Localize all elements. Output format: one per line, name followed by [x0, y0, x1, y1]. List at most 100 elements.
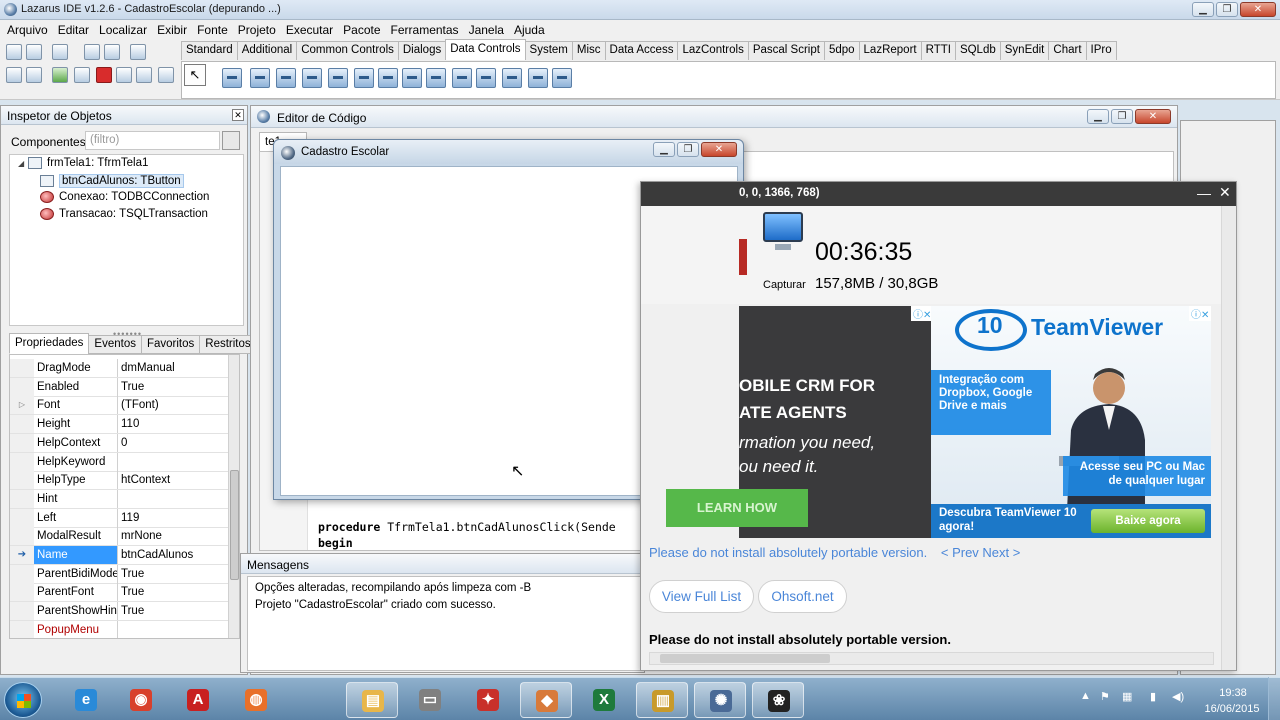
menu-item[interactable]: Exibir: [153, 23, 193, 37]
stop-icon[interactable]: [96, 67, 112, 83]
property-value[interactable]: 0: [117, 433, 228, 452]
step-out-icon[interactable]: [158, 67, 174, 83]
property-grid-scrollbar[interactable]: [228, 355, 239, 638]
capture-label[interactable]: Capturar: [763, 279, 806, 291]
palette-tab[interactable]: Data Controls: [445, 39, 526, 60]
network-tray-icon[interactable]: ▦: [1122, 690, 1132, 703]
palette-tab[interactable]: Data Access: [604, 41, 679, 60]
palette-tab[interactable]: SynEdit: [999, 41, 1050, 60]
property-value[interactable]: 119: [117, 508, 228, 527]
download-now-button[interactable]: Baixe agora: [1091, 509, 1205, 533]
menu-item[interactable]: Ferramentas: [387, 23, 465, 37]
view-units-icon[interactable]: [6, 67, 22, 83]
palette-tab[interactable]: Common Controls: [296, 41, 399, 60]
palette-tab[interactable]: Additional: [236, 41, 298, 60]
palette-tab[interactable]: Misc: [571, 41, 606, 60]
crm-ad[interactable]: OBILE CRM FOR ATE AGENTS rmation you nee…: [666, 306, 934, 538]
dbcombobox-icon[interactable]: [402, 68, 422, 88]
close-icon[interactable]: ✕: [232, 109, 244, 121]
property-row[interactable]: HelpContext 0: [10, 433, 228, 453]
save-all-icon[interactable]: [104, 44, 120, 60]
property-row[interactable]: Enabled True: [10, 377, 228, 397]
menu-item[interactable]: Ajuda: [510, 23, 551, 37]
maximize-button[interactable]: ❐: [677, 142, 699, 157]
dbtext-icon[interactable]: [250, 68, 270, 88]
property-value[interactable]: dmManual: [117, 359, 228, 377]
menu-item[interactable]: Pacote: [339, 23, 386, 37]
dbcheckbox-icon[interactable]: [452, 68, 472, 88]
property-row[interactable]: Hint: [10, 489, 228, 509]
property-row[interactable]: ▷ Font (TFont): [10, 396, 228, 416]
clear-filter-button[interactable]: [222, 131, 240, 150]
taskbar-app-paw[interactable]: ❀: [752, 682, 804, 718]
palette-tab[interactable]: Pascal Script: [747, 41, 825, 60]
menu-item[interactable]: Janela: [465, 23, 510, 37]
taskbar-app-firefox[interactable]: ◍: [230, 682, 282, 718]
step-over-icon[interactable]: [136, 67, 152, 83]
dbgroupbox-icon[interactable]: [528, 68, 548, 88]
palette-tab[interactable]: Standard: [181, 41, 238, 60]
pointer-tool-icon[interactable]: ↖: [184, 64, 206, 86]
property-value[interactable]: (TFont): [117, 396, 228, 415]
save-icon[interactable]: [84, 44, 100, 60]
tree-item[interactable]: ◢ frmTela1: TfrmTela1: [18, 157, 148, 169]
step-into-icon[interactable]: [116, 67, 132, 83]
clock-time[interactable]: 19:38: [1208, 687, 1258, 699]
taskbar-app-internet-explorer[interactable]: e: [60, 682, 112, 718]
property-value[interactable]: btnCadAlunos: [117, 546, 228, 564]
dblookupcombobox-icon[interactable]: [426, 68, 446, 88]
palette-tab[interactable]: IPro: [1085, 41, 1117, 60]
menu-item[interactable]: Projeto: [234, 23, 282, 37]
adchoices-icon[interactable]: ⓘ✕: [1189, 306, 1211, 321]
dblookuplistbox-icon[interactable]: [378, 68, 398, 88]
ohsoft-link-button[interactable]: Ohsoft.net: [758, 580, 847, 613]
taskbar-app-acrobat[interactable]: A: [172, 682, 224, 718]
menu-item[interactable]: Executar: [282, 23, 339, 37]
prev-link[interactable]: < Prev: [941, 545, 979, 560]
collapse-toggle-icon[interactable]: ◢: [18, 159, 28, 168]
property-value[interactable]: [117, 489, 228, 508]
view-full-list-button[interactable]: View Full List: [649, 580, 754, 613]
property-row[interactable]: HelpKeyword: [10, 452, 228, 472]
inspector-tab[interactable]: Eventos: [88, 335, 142, 354]
dblistbox-icon[interactable]: [354, 68, 374, 88]
property-value[interactable]: True: [117, 564, 228, 583]
start-button[interactable]: [4, 682, 42, 718]
open-icon[interactable]: [52, 44, 68, 60]
property-value[interactable]: True: [117, 377, 228, 396]
taskbar-app-database[interactable]: ▥: [636, 682, 688, 718]
property-row[interactable]: ParentFont True: [10, 583, 228, 603]
signal-tray-icon[interactable]: ▮: [1150, 690, 1156, 703]
palette-tab[interactable]: RTTI: [920, 41, 956, 60]
close-button[interactable]: ✕: [701, 142, 737, 157]
property-value[interactable]: True: [117, 602, 228, 621]
property-row[interactable]: ParentBidiMode True: [10, 564, 228, 584]
show-desktop-button[interactable]: [1268, 677, 1280, 720]
minimize-button[interactable]: ▁: [653, 142, 675, 157]
close-button[interactable]: ✕: [1135, 109, 1171, 124]
palette-tab[interactable]: Chart: [1048, 41, 1087, 60]
monitor-icon[interactable]: [763, 212, 803, 242]
volume-tray-icon[interactable]: ◀): [1172, 690, 1184, 703]
teamviewer-ad[interactable]: 10 TeamViewer Integração com Dropbox, Go…: [931, 306, 1211, 538]
menu-item[interactable]: Arquivo: [3, 23, 54, 37]
property-value[interactable]: [117, 452, 228, 471]
message-line[interactable]: Projeto "CadastroEscolar" criado com suc…: [255, 599, 496, 611]
next-link[interactable]: Next >: [982, 545, 1020, 560]
dbgrid-icon[interactable]: [552, 68, 572, 88]
tree-item[interactable]: Transacao: TSQLTransaction: [40, 208, 208, 220]
minimize-icon[interactable]: —: [1197, 185, 1211, 201]
property-value[interactable]: mrNone: [117, 527, 228, 546]
menu-item[interactable]: Localizar: [95, 23, 153, 37]
close-icon[interactable]: ✕: [1219, 184, 1231, 201]
close-button[interactable]: ✕: [1240, 2, 1276, 17]
windows-flag-tray-icon[interactable]: ⚑: [1100, 690, 1110, 703]
expand-icon[interactable]: ▷: [10, 396, 34, 415]
taskbar-app-lazarus[interactable]: ✺: [694, 682, 746, 718]
learn-how-button[interactable]: LEARN HOW: [666, 489, 808, 527]
inspector-tab[interactable]: Favoritos: [140, 335, 201, 354]
property-row[interactable]: ➔ Name btnCadAlunos: [10, 546, 228, 565]
property-row[interactable]: PopupMenu: [10, 620, 228, 638]
menu-item[interactable]: Fonte: [193, 23, 234, 37]
tree-item[interactable]: btnCadAlunos: TButton: [40, 174, 184, 188]
